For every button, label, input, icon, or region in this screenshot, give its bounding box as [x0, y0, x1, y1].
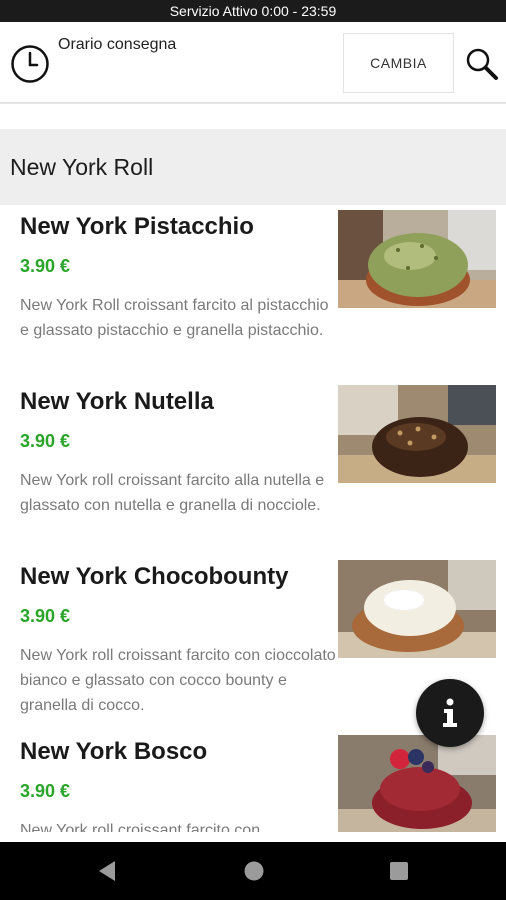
product-description: New York roll croissant farcito con — [20, 822, 261, 832]
product-description: New York roll croissant farcito con cioc… — [20, 647, 336, 714]
product-price: 3.90 € — [20, 256, 71, 276]
android-nav-bar — [0, 842, 506, 900]
product-item[interactable]: New York Bosco 3.90 € New York roll croi… — [0, 730, 506, 832]
bosco-pastry-photo[interactable] — [338, 735, 496, 832]
info-icon — [443, 698, 457, 727]
info-button[interactable] — [416, 679, 484, 747]
delivery-time-label: Orario consegna — [58, 36, 177, 53]
product-title: New York Pistacchio — [20, 213, 254, 240]
product-item[interactable]: New York Nutella 3.90 € New York roll cr… — [0, 380, 506, 555]
category-title: New York Roll — [10, 153, 154, 180]
change-button[interactable]: CAMBIA — [343, 33, 454, 93]
product-description: New York roll croissant farcito alla nut… — [20, 472, 325, 514]
chocobounty-pastry-photo[interactable] — [338, 560, 496, 658]
product-price: 3.90 € — [20, 431, 71, 451]
home-nav-icon[interactable] — [239, 856, 269, 886]
nutella-pastry-photo[interactable] — [338, 385, 496, 483]
service-status-text: Servizio Attivo 0:00 - 23:59 — [169, 3, 337, 19]
back-nav-icon[interactable] — [92, 856, 122, 886]
search-icon[interactable] — [465, 47, 499, 81]
product-title: New York Nutella — [20, 388, 214, 415]
header: Orario consegna CAMBIA — [0, 22, 506, 104]
product-title: New York Chocobounty — [20, 563, 289, 590]
clock-icon[interactable] — [10, 44, 50, 84]
product-item[interactable]: New York Pistacchio 3.90 € New York Roll… — [0, 205, 506, 380]
category-header: New York Roll — [0, 129, 506, 205]
pistachio-pastry-photo[interactable] — [338, 210, 496, 308]
status-bar: Servizio Attivo 0:00 - 23:59 — [0, 0, 506, 22]
product-price: 3.90 € — [20, 606, 71, 626]
product-description: New York Roll croissant farcito al pista… — [20, 297, 329, 339]
product-price: 3.90 € — [20, 781, 71, 801]
recents-nav-icon[interactable] — [384, 856, 414, 886]
product-title: New York Bosco — [20, 738, 208, 765]
